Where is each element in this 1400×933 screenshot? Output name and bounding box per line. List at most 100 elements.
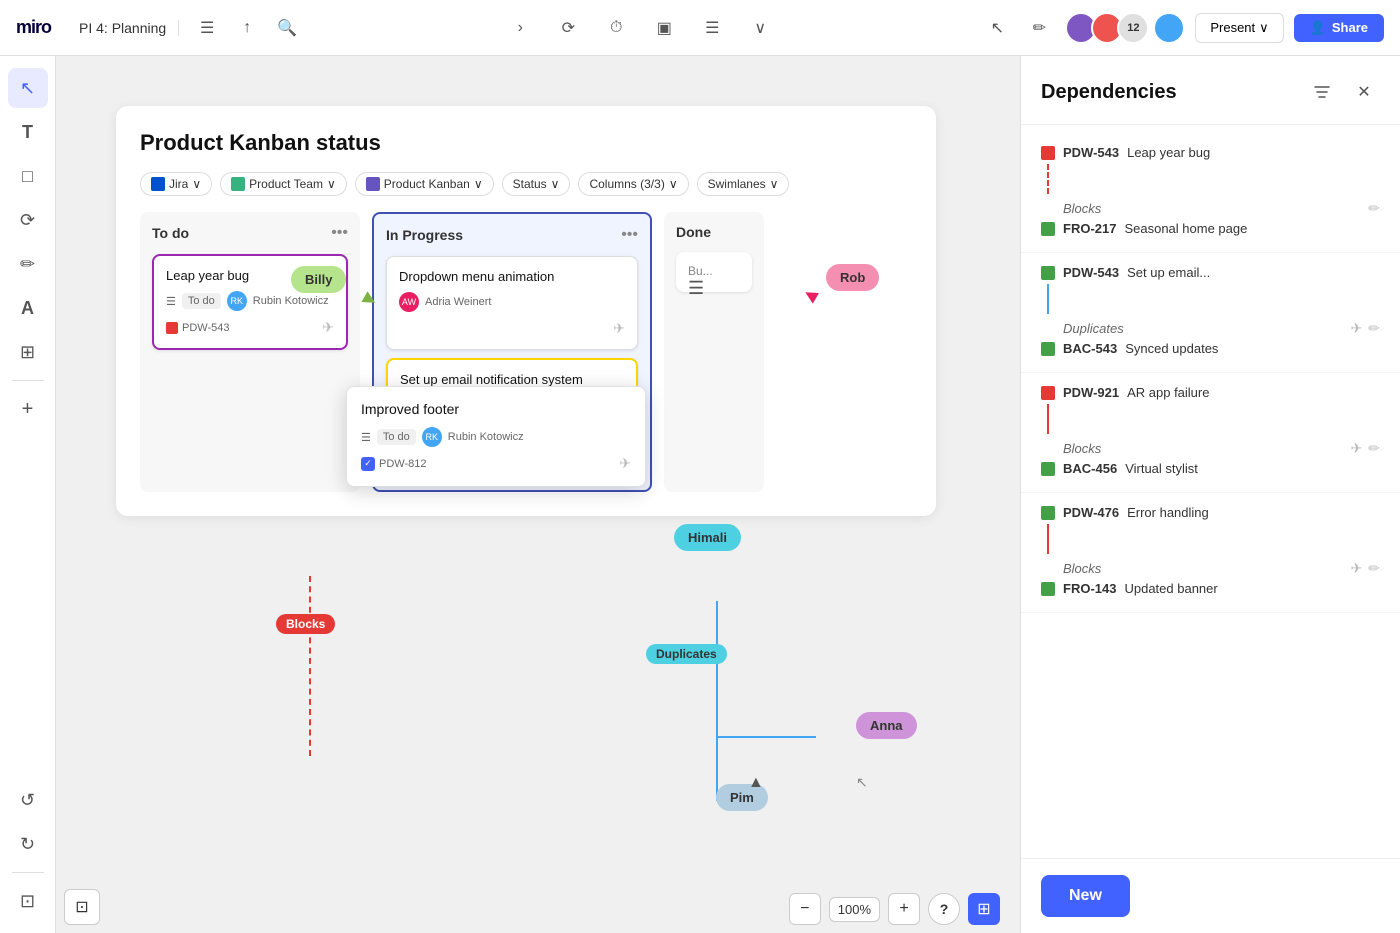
arrow-anna: ↖ (856, 774, 868, 791)
product-team-icon (231, 177, 245, 191)
filter-jira-arrow: ∨ (192, 177, 201, 191)
topbar-right: ↖ ✏ 12 Present ∨ 👤 Share (965, 12, 1400, 44)
collab-icon[interactable]: ✏ (1023, 12, 1055, 44)
dep-target-3-icon (1041, 462, 1055, 476)
dep-source-3: PDW-921 AR app failure (1041, 385, 1380, 400)
dep-line-2 (1047, 284, 1380, 314)
zoom-in-button[interactable]: + (888, 893, 920, 925)
dep-relation-3-icons: ✈ ✏ (1351, 440, 1380, 457)
timer-icon[interactable]: ⏱ (598, 10, 634, 46)
sidebar-divider-2 (12, 872, 44, 873)
card-leap-year-meta: ☰ To do RK Rubin Kotowicz (166, 291, 334, 311)
filter-status[interactable]: Status ∨ (502, 172, 571, 196)
help-button[interactable]: ? (928, 893, 960, 925)
filter-columns-label: Columns (3/3) (589, 177, 664, 191)
product-kanban-icon (366, 177, 380, 191)
grid-icon[interactable]: ☰ (694, 10, 730, 46)
card-leap-id-row: PDW-543 ✈ (166, 319, 334, 336)
dep-pin-2-icon[interactable]: ✈ (1351, 320, 1363, 337)
card-dropdown: Dropdown menu animation AW Adria Weinert… (386, 256, 638, 350)
card-dropdown-title: Dropdown menu animation (399, 269, 625, 284)
filter-swimlanes-label: Swimlanes (708, 177, 766, 191)
card-dropdown-id-row: ✈ (399, 320, 625, 337)
card-leap-avatar: RK (227, 291, 247, 311)
marker-tool-button[interactable]: A (8, 288, 48, 328)
filter-jira-label: Jira (169, 177, 188, 191)
filter-product-kanban[interactable]: Product Kanban ∨ (355, 172, 494, 196)
dep-target-4-icon (1041, 582, 1055, 596)
card-email-title: Set up email notification system (400, 372, 624, 387)
menu-button[interactable]: ☰ (191, 12, 223, 44)
forward-icon[interactable]: › (502, 10, 538, 46)
card-done-1: Bu... ☰ (676, 252, 752, 292)
export-button[interactable]: ↑ (231, 12, 263, 44)
connect-icon[interactable]: ⟳ (550, 10, 586, 46)
more-tools-icon[interactable]: ∨ (742, 10, 778, 46)
bubble-billy-label: Billy (305, 272, 332, 287)
dep-target-4-id: FRO-143 (1063, 581, 1116, 596)
filter-swimlanes[interactable]: Swimlanes ∨ (697, 172, 790, 196)
dep-source-3-name: AR app failure (1127, 385, 1209, 400)
undo-button[interactable]: ↺ (8, 780, 48, 820)
dep-panel-header: Dependencies ✕ (1021, 56, 1400, 125)
dep-source-1-name: Leap year bug (1127, 145, 1210, 160)
filter-columns[interactable]: Columns (3/3) ∨ (578, 172, 688, 196)
dep-close-icon[interactable]: ✕ (1348, 76, 1380, 108)
bubble-pim-label: Pim (730, 790, 754, 805)
dep-pin-3-icon[interactable]: ✈ (1351, 440, 1363, 457)
dep-edit-1-icon[interactable]: ✏ (1368, 200, 1380, 217)
pen-tool-button[interactable]: ✏ (8, 244, 48, 284)
dep-header-icons: ✕ (1306, 76, 1380, 108)
frame-icon[interactable]: ▣ (646, 10, 682, 46)
column-todo-more[interactable]: ••• (331, 224, 348, 242)
filter-jira[interactable]: Jira ∨ (140, 172, 212, 196)
present-button[interactable]: Present ∨ (1195, 13, 1283, 43)
column-inprogress-more[interactable]: ••• (621, 226, 638, 244)
frames-button[interactable]: ⊡ (8, 881, 48, 921)
dep-relation-3: Blocks ✈ ✏ (1041, 436, 1380, 461)
present-arrow: ∨ (1259, 20, 1269, 36)
left-sidebar: ↖ T □ ⟳ ✏ A ⊞ + ↺ ↻ ⊡ (0, 56, 56, 933)
avatar-count[interactable]: 12 (1117, 12, 1149, 44)
search-button[interactable]: 🔍 (271, 12, 303, 44)
dependencies-panel: Dependencies ✕ PDW-543 Leap year bug Blo… (1020, 56, 1400, 933)
bubble-rob: Rob (826, 264, 879, 291)
zoom-out-button[interactable]: − (789, 893, 821, 925)
select-tool-button[interactable]: ↖ (8, 68, 48, 108)
cursor-icon[interactable]: ↖ (981, 12, 1013, 44)
bubble-anna: Anna (856, 712, 917, 739)
dep-pin-4-icon[interactable]: ✈ (1351, 560, 1363, 577)
blocks-label: Blocks (276, 614, 335, 634)
dep-target-1-name: Seasonal home page (1124, 221, 1247, 236)
dep-target-2-icon (1041, 342, 1055, 356)
dep-edit-2-icon[interactable]: ✏ (1368, 320, 1380, 337)
dep-relation-4-icons: ✈ ✏ (1351, 560, 1380, 577)
dep-relation-1: Blocks ✏ (1041, 196, 1380, 221)
dep-source-4: PDW-476 Error handling (1041, 505, 1380, 520)
connector-tool-button[interactable]: ⟳ (8, 200, 48, 240)
bubble-himali-label: Himali (688, 530, 727, 545)
filter-pk-arrow: ∨ (474, 177, 483, 191)
dep-edit-4-icon[interactable]: ✏ (1368, 560, 1380, 577)
floating-id-text: PDW-812 (379, 458, 426, 470)
minimap-button[interactable]: ⊞ (968, 893, 1000, 925)
text-tool-button[interactable]: T (8, 112, 48, 152)
add-tool-button[interactable]: + (8, 389, 48, 429)
filter-swimlanes-arrow: ∨ (770, 177, 779, 191)
topbar-quick-actions: ☰ ↑ 🔍 (179, 12, 315, 44)
board-title-topbar: PI 4: Planning (67, 20, 179, 36)
redo-button[interactable]: ↻ (8, 824, 48, 864)
dep-filter-icon[interactable] (1306, 76, 1338, 108)
sidebar-divider-1 (12, 380, 44, 381)
dep-source-2-icon (1041, 266, 1055, 280)
dep-panel-footer: New (1021, 858, 1400, 933)
new-dependency-button[interactable]: New (1041, 875, 1130, 917)
card-dropdown-avatar: AW (399, 292, 419, 312)
dep-edit-3-icon[interactable]: ✏ (1368, 440, 1380, 457)
table-tool-button[interactable]: ⊞ (8, 332, 48, 372)
share-button[interactable]: 👤 Share (1294, 14, 1384, 42)
filter-product-team[interactable]: Product Team ∨ (220, 172, 347, 196)
card-dropdown-pin: ✈ (613, 320, 625, 337)
dep-relation-4-text: Blocks (1063, 561, 1101, 576)
sticky-tool-button[interactable]: □ (8, 156, 48, 196)
